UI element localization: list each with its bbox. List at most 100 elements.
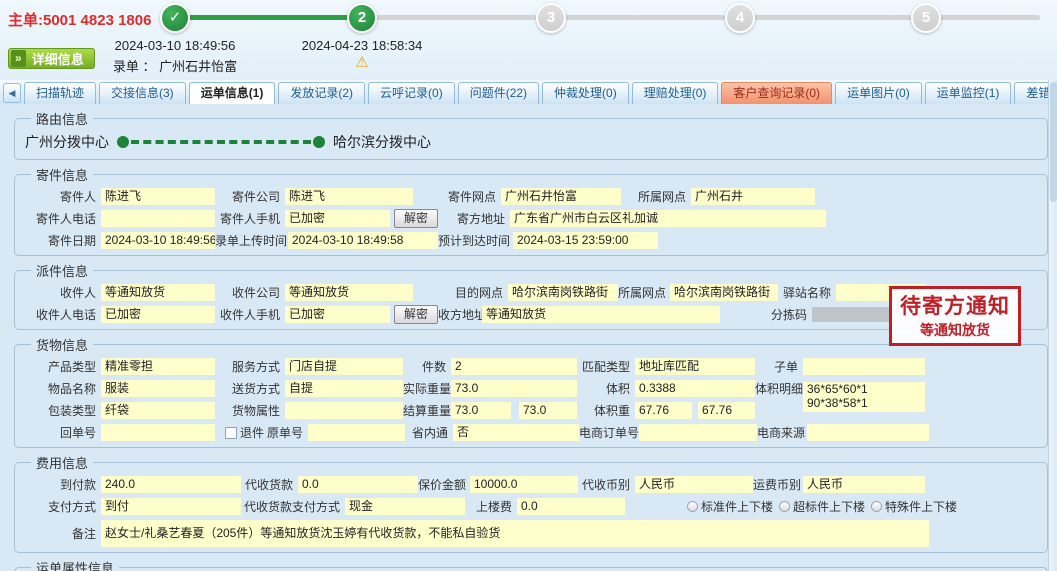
tab-waybill-monitor[interactable]: 运单监控(1) [925, 82, 1012, 104]
to-pay-field[interactable]: 240.0 [101, 476, 241, 493]
fees-info-title: 费用信息 [31, 453, 93, 472]
freight-currency-field[interactable]: 人民币 [803, 476, 925, 493]
warning-icon: ⚠ [277, 53, 447, 71]
original-no-label: 原单号 [264, 424, 308, 441]
package-type-label: 包装类型 [21, 402, 101, 419]
tab-problem-pieces[interactable]: 问题件(22) [458, 82, 539, 104]
radio-standard-floor[interactable] [687, 501, 698, 512]
tab-customer-query-record[interactable]: 客户查询记录(0) [721, 82, 832, 104]
product-type-field[interactable]: 精准零担 [101, 358, 215, 375]
sender-phone-label: 寄件人电话 [21, 210, 101, 227]
sender-address-label: 寄方地址 [438, 210, 510, 227]
volume-detail-label: 体积明细 [755, 380, 803, 397]
route-from: 广州分拨中心 [25, 132, 109, 152]
sender-name-field[interactable]: 陈进飞 [101, 188, 215, 205]
volume-field[interactable]: 0.3388 [635, 380, 755, 397]
sort-code-redacted-value [812, 307, 892, 322]
receiver-address-field[interactable]: 等通知放货 [482, 306, 720, 323]
upload-time-label: 录单上传时间 [215, 232, 288, 249]
province-express-field[interactable]: 否 [453, 424, 579, 441]
sender-company-field[interactable]: 陈进飞 [285, 188, 413, 205]
detail-info-button-label: 详细信息 [32, 49, 84, 68]
settle-weight-field[interactable]: 73.0 [451, 402, 511, 419]
sender-company-label: 寄件公司 [215, 188, 285, 205]
ec-source-field[interactable] [807, 424, 929, 441]
radio-special-floor[interactable] [871, 501, 882, 512]
cod-field[interactable]: 0.0 [298, 476, 418, 493]
volume-weight-field-2[interactable]: 67.76 [698, 402, 755, 419]
receiver-company-field[interactable]: 等通知放货 [285, 284, 413, 301]
subbill-field[interactable] [803, 358, 925, 375]
goods-attr-field[interactable] [285, 402, 403, 419]
step-3-circle: 3 [536, 3, 566, 33]
cod-pay-method-field[interactable]: 现金 [345, 498, 465, 515]
volume-weight-label: 体积重 [577, 402, 635, 419]
pay-method-field[interactable]: 到付 [101, 498, 241, 515]
master-number: 5001 4823 1806 [43, 12, 151, 29]
tab-release-record[interactable]: 发放记录(2) [278, 82, 365, 104]
step-1-check-icon: ✓ [160, 3, 190, 33]
sender-address-field[interactable]: 广东省广州市白云区礼加诚 [510, 210, 826, 227]
tab-cloud-call-record[interactable]: 云呼记录(0) [368, 82, 455, 104]
original-no-field[interactable] [308, 424, 405, 441]
receiver-phone-field[interactable]: 已加密 [101, 306, 215, 323]
tab-handover-info[interactable]: 交接信息(3) [99, 82, 186, 104]
delivery-mode-field[interactable]: 自提 [285, 380, 403, 397]
receiver-decrypt-button[interactable]: 解密 [394, 305, 438, 324]
step-line-2-3 [374, 15, 536, 20]
receiver-info-title: 派件信息 [31, 261, 93, 280]
eta-field[interactable]: 2024-03-15 23:59:00 [513, 232, 658, 249]
ec-order-field[interactable] [639, 424, 757, 441]
settle-weight-label: 结算重量 [403, 402, 451, 419]
stamp-line2: 等通知放货 [900, 320, 1010, 340]
vertical-scrollbar[interactable] [1048, 80, 1057, 571]
actual-weight-field[interactable]: 73.0 [451, 380, 577, 397]
send-date-field[interactable]: 2024-03-10 18:49:56 [101, 232, 215, 249]
dest-branch-field[interactable]: 哈尔滨南岗铁路街 [508, 284, 618, 301]
cod-currency-field[interactable]: 人民币 [635, 476, 753, 493]
tab-waybill-images[interactable]: 运单图片(0) [835, 82, 922, 104]
step-5-circle: 5 [911, 3, 941, 33]
radio-special-floor-label: 特殊件上下楼 [885, 498, 957, 515]
pieces-field[interactable]: 2 [451, 358, 577, 375]
item-name-field[interactable]: 服装 [101, 380, 215, 397]
tab-claims[interactable]: 理赔处理(0) [632, 82, 719, 104]
volume-detail-line1: 36*65*60*1 [807, 382, 868, 396]
receiver-name-field[interactable]: 等通知放货 [101, 284, 215, 301]
sender-info-title: 寄件信息 [31, 165, 93, 184]
settle-weight-field-2[interactable]: 73.0 [519, 402, 577, 419]
radio-oversize-floor[interactable] [779, 501, 790, 512]
scrollbar-thumb[interactable] [1050, 82, 1057, 202]
station-name-label: 驿站名称 [778, 284, 836, 301]
sender-owner-branch-label: 所属网点 [621, 188, 691, 205]
volume-detail-field[interactable]: 36*65*60*190*38*58*1 [803, 382, 925, 412]
sender-decrypt-button[interactable]: 解密 [394, 209, 438, 228]
tab-waybill-info[interactable]: 运单信息(1) [189, 82, 276, 104]
sender-mobile-field[interactable]: 已加密 [285, 210, 390, 227]
service-mode-field[interactable]: 门店自提 [285, 358, 403, 375]
sender-owner-branch-field[interactable]: 广州石井 [691, 188, 815, 205]
double-chevron-icon: » [11, 50, 26, 67]
return-checkbox[interactable] [225, 427, 237, 439]
tab-scroll-left-button[interactable]: ◀ [3, 83, 21, 103]
receiver-mobile-field[interactable]: 已加密 [285, 306, 390, 323]
sender-branch-field[interactable]: 广州石井怡富 [501, 188, 621, 205]
sender-phone-field[interactable] [101, 210, 215, 227]
package-type-field[interactable]: 纤袋 [101, 402, 215, 419]
cod-currency-label: 代收币别 [578, 476, 635, 493]
match-type-field[interactable]: 地址库匹配 [635, 358, 755, 375]
upstairs-fee-field[interactable]: 0.0 [517, 498, 625, 515]
route-to: 哈尔滨分拨中心 [333, 132, 431, 152]
return-receipt-field[interactable] [101, 424, 215, 441]
tab-arbitration[interactable]: 仲裁处理(0) [542, 82, 629, 104]
receiver-owner-branch-field[interactable]: 哈尔滨南岗铁路街 [670, 284, 778, 301]
remark-field[interactable]: 赵女士/礼桑艺春夏（205件）等通知放货沈玉婷有代收货款，不能私自验货 [101, 520, 929, 547]
upstairs-fee-label: 上楼费 [465, 498, 517, 515]
volume-weight-field[interactable]: 67.76 [635, 402, 692, 419]
tab-scan-track[interactable]: 扫描轨迹 [24, 82, 96, 104]
step-2-circle: 2 [347, 3, 377, 33]
upload-time-field[interactable]: 2024-03-10 18:49:58 [288, 232, 438, 249]
receiver-address-label: 收方地址 [438, 306, 482, 323]
product-type-label: 产品类型 [21, 358, 101, 375]
insured-amount-field[interactable]: 10000.0 [470, 476, 578, 493]
